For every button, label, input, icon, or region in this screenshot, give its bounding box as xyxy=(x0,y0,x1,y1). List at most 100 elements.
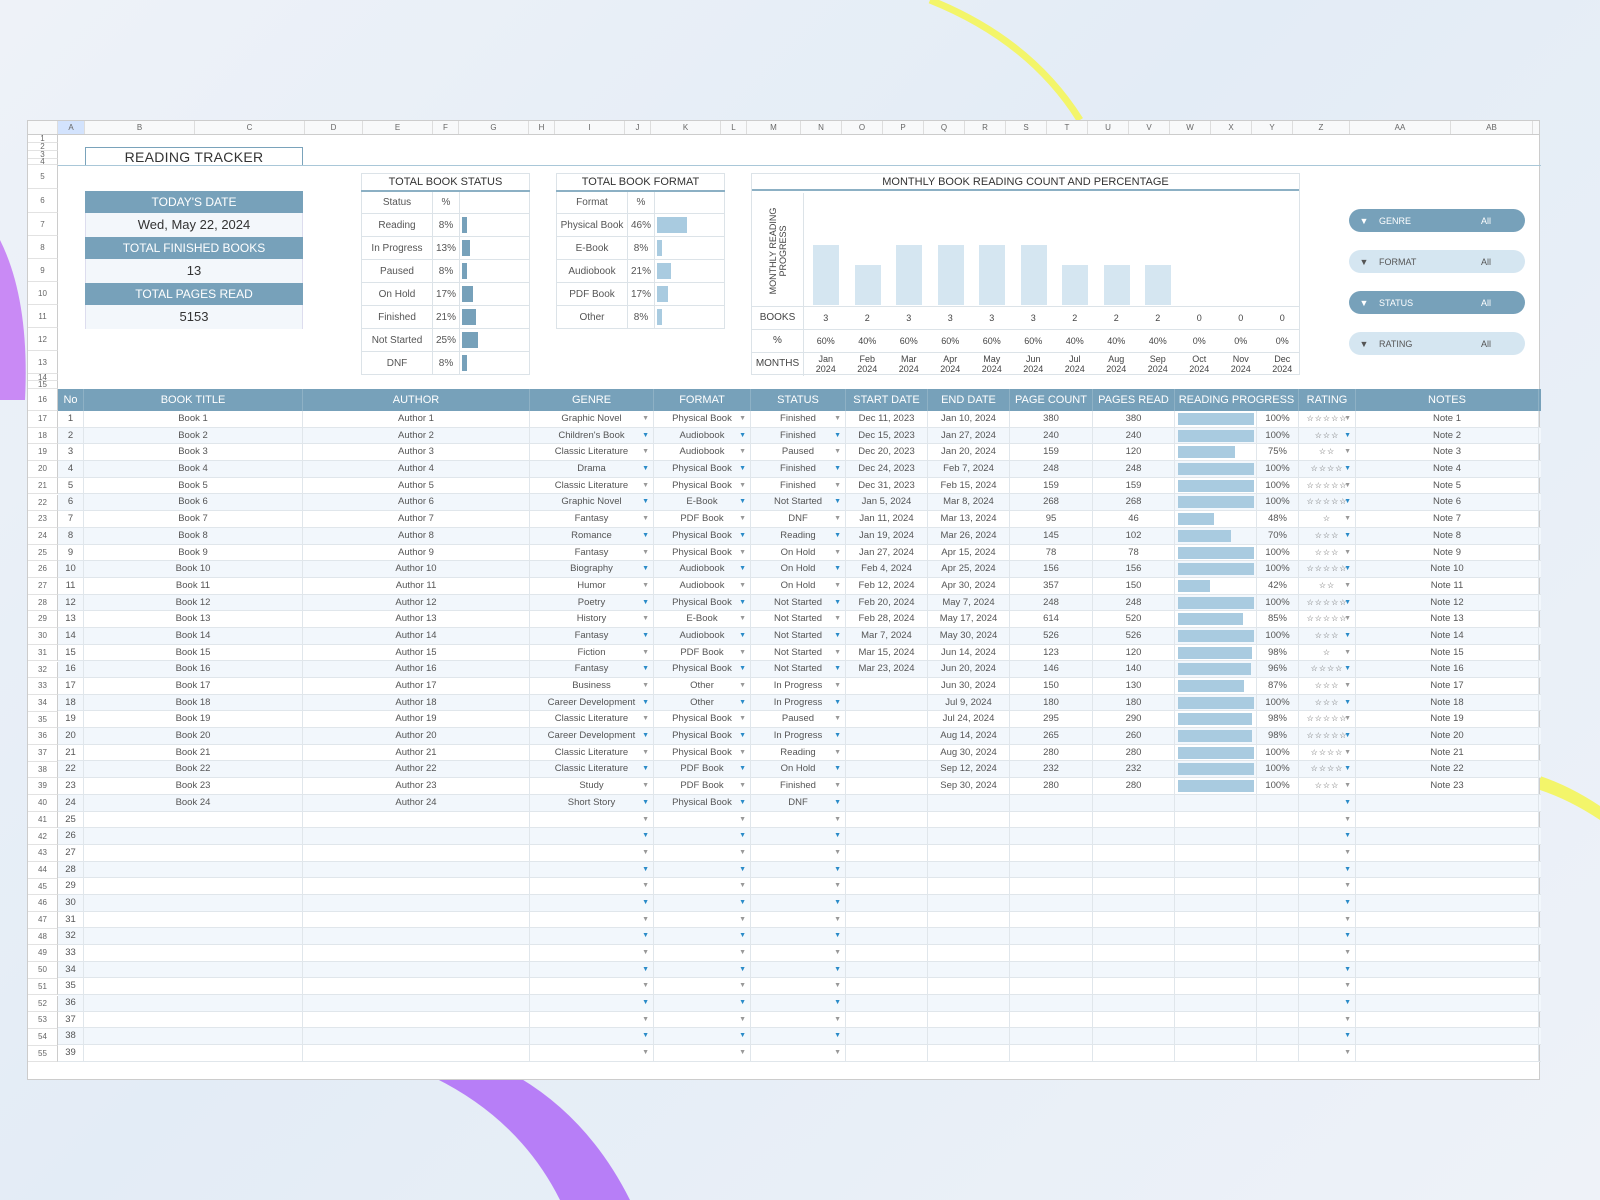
start-date-cell[interactable] xyxy=(846,761,928,778)
genre-dropdown[interactable]: Children's Book ▼ xyxy=(530,427,654,444)
rating-dropdown[interactable]: ▼ xyxy=(1299,861,1356,878)
dropdown-arrow-icon[interactable]: ▼ xyxy=(1344,962,1351,978)
row-header-53[interactable]: 53 xyxy=(28,1012,58,1029)
table-row[interactable]: 20 Book 20 Author 20 Career Development ▼ Phy… xyxy=(58,728,1541,745)
dropdown-arrow-icon[interactable]: ▼ xyxy=(642,945,649,961)
format-dropdown[interactable]: Physical Book ▼ xyxy=(654,744,751,761)
rating-dropdown[interactable]: ☆☆☆☆☆ ▼ xyxy=(1299,411,1356,427)
genre-dropdown[interactable]: ▼ xyxy=(530,928,654,944)
dropdown-arrow-icon[interactable]: ▼ xyxy=(642,978,649,994)
author-cell[interactable]: Author 12 xyxy=(303,594,530,611)
dropdown-arrow-icon[interactable]: ▼ xyxy=(739,661,746,677)
start-date-cell[interactable] xyxy=(846,928,928,944)
notes-cell[interactable]: Note 20 xyxy=(1356,728,1539,744)
header-book-title[interactable]: BOOK TITLE xyxy=(84,389,303,411)
header-format[interactable]: FORMAT xyxy=(654,389,751,411)
page-count-cell[interactable]: 156 xyxy=(1010,561,1093,577)
book-title-cell[interactable]: Book 11 xyxy=(84,577,303,594)
start-date-cell[interactable]: Jan 5, 2024 xyxy=(846,494,928,511)
status-dropdown[interactable]: DNF ▼ xyxy=(751,794,846,811)
row-header-35[interactable]: 35 xyxy=(28,711,58,729)
format-dropdown[interactable]: ▼ xyxy=(654,995,751,1011)
format-dropdown[interactable]: ▼ xyxy=(654,894,751,911)
dropdown-arrow-icon[interactable]: ▼ xyxy=(1344,795,1351,811)
rating-dropdown[interactable]: ☆☆☆ ▼ xyxy=(1299,678,1356,694)
start-date-cell[interactable] xyxy=(846,1028,928,1045)
end-date-cell[interactable] xyxy=(928,844,1010,861)
book-title-cell[interactable]: Book 8 xyxy=(84,527,303,544)
format-dropdown[interactable]: Physical Book ▼ xyxy=(654,711,751,728)
author-cell[interactable]: Author 3 xyxy=(303,444,530,461)
table-row[interactable]: 19 Book 19 Author 19 Classic Literature ▼ Phy… xyxy=(58,711,1541,729)
status-dropdown[interactable]: On Hold ▼ xyxy=(751,577,846,594)
dropdown-arrow-icon[interactable]: ▼ xyxy=(642,561,649,577)
dropdown-arrow-icon[interactable]: ▼ xyxy=(1344,995,1351,1011)
notes-cell[interactable] xyxy=(1356,811,1539,828)
row-number[interactable]: 15 xyxy=(58,644,84,661)
author-cell[interactable] xyxy=(303,961,530,978)
format-dropdown[interactable]: PDF Book ▼ xyxy=(654,644,751,661)
pages-read-cell[interactable]: 140 xyxy=(1093,661,1175,677)
rating-dropdown[interactable]: ☆☆☆ ▼ xyxy=(1299,627,1356,644)
book-title-cell[interactable]: Book 24 xyxy=(84,794,303,811)
pages-read-cell[interactable] xyxy=(1093,995,1175,1011)
start-date-cell[interactable] xyxy=(846,878,928,894)
dropdown-arrow-icon[interactable]: ▼ xyxy=(1344,978,1351,994)
dropdown-arrow-icon[interactable]: ▼ xyxy=(739,478,746,494)
status-dropdown[interactable]: Finished ▼ xyxy=(751,427,846,444)
dropdown-arrow-icon[interactable]: ▼ xyxy=(1344,895,1351,911)
dropdown-arrow-icon[interactable]: ▼ xyxy=(834,628,841,644)
rating-dropdown[interactable]: ☆☆☆☆☆ ▼ xyxy=(1299,561,1356,577)
header-notes[interactable]: NOTES xyxy=(1356,389,1539,411)
status-dropdown[interactable]: On Hold ▼ xyxy=(751,561,846,577)
table-row[interactable]: 1 Book 1 Author 1 Graphic Novel ▼ Physical Bo… xyxy=(58,411,1541,428)
rating-dropdown[interactable]: ▼ xyxy=(1299,945,1356,961)
notes-cell[interactable]: Note 15 xyxy=(1356,644,1539,661)
author-cell[interactable]: Author 11 xyxy=(303,577,530,594)
rating-dropdown[interactable]: ☆☆☆☆ ▼ xyxy=(1299,461,1356,477)
dropdown-arrow-icon[interactable]: ▼ xyxy=(642,411,649,427)
row-header-6[interactable]: 6 xyxy=(28,189,58,213)
status-dropdown[interactable]: Reading ▼ xyxy=(751,744,846,761)
start-date-cell[interactable] xyxy=(846,811,928,828)
end-date-cell[interactable]: Sep 30, 2024 xyxy=(928,778,1010,794)
end-date-cell[interactable] xyxy=(928,928,1010,944)
dropdown-arrow-icon[interactable]: ▼ xyxy=(834,745,841,761)
dropdown-arrow-icon[interactable]: ▼ xyxy=(642,494,649,510)
status-dropdown[interactable]: ▼ xyxy=(751,995,846,1011)
dropdown-arrow-icon[interactable]: ▼ xyxy=(1344,845,1351,861)
dropdown-arrow-icon[interactable]: ▼ xyxy=(834,611,841,627)
page-count-cell[interactable]: 95 xyxy=(1010,511,1093,527)
format-dropdown[interactable]: ▼ xyxy=(654,844,751,861)
row-number[interactable]: 25 xyxy=(58,811,84,828)
header-pages-read[interactable]: PAGES READ xyxy=(1093,389,1175,411)
book-title-cell[interactable]: Book 3 xyxy=(84,444,303,461)
table-row[interactable]: 13 Book 13 Author 13 History ▼ E-Book ▼ Not Sta… xyxy=(58,611,1541,628)
dropdown-arrow-icon[interactable]: ▼ xyxy=(739,928,746,944)
table-row[interactable]: 36 ▼ ▼ ▼ ▼ xyxy=(58,995,1541,1012)
format-dropdown[interactable]: Physical Book ▼ xyxy=(654,544,751,561)
genre-dropdown[interactable]: Fantasy ▼ xyxy=(530,627,654,644)
author-cell[interactable]: Author 7 xyxy=(303,511,530,527)
slicer-status[interactable]: ▼ STATUS All xyxy=(1349,291,1525,314)
status-dropdown[interactable]: ▼ xyxy=(751,928,846,944)
start-date-cell[interactable] xyxy=(846,694,928,711)
format-dropdown[interactable]: ▼ xyxy=(654,878,751,894)
genre-dropdown[interactable]: ▼ xyxy=(530,811,654,828)
format-dropdown[interactable]: Physical Book ▼ xyxy=(654,594,751,611)
row-number[interactable]: 28 xyxy=(58,861,84,878)
genre-dropdown[interactable]: Classic Literature ▼ xyxy=(530,444,654,461)
dropdown-arrow-icon[interactable]: ▼ xyxy=(1344,461,1351,477)
dropdown-arrow-icon[interactable]: ▼ xyxy=(1344,595,1351,611)
dropdown-arrow-icon[interactable]: ▼ xyxy=(1344,878,1351,894)
dropdown-arrow-icon[interactable]: ▼ xyxy=(739,845,746,861)
notes-cell[interactable]: Note 1 xyxy=(1356,411,1539,427)
table-row[interactable]: 9 Book 9 Author 9 Fantasy ▼ Physical Book ▼ On … xyxy=(58,544,1541,562)
row-header-55[interactable]: 55 xyxy=(28,1045,58,1063)
start-date-cell[interactable] xyxy=(846,995,928,1011)
pages-read-cell[interactable] xyxy=(1093,961,1175,978)
genre-dropdown[interactable]: History ▼ xyxy=(530,611,654,627)
dropdown-arrow-icon[interactable]: ▼ xyxy=(1344,661,1351,677)
row-header-48[interactable]: 48 xyxy=(28,928,58,946)
column-header-S[interactable]: S xyxy=(1006,121,1047,134)
